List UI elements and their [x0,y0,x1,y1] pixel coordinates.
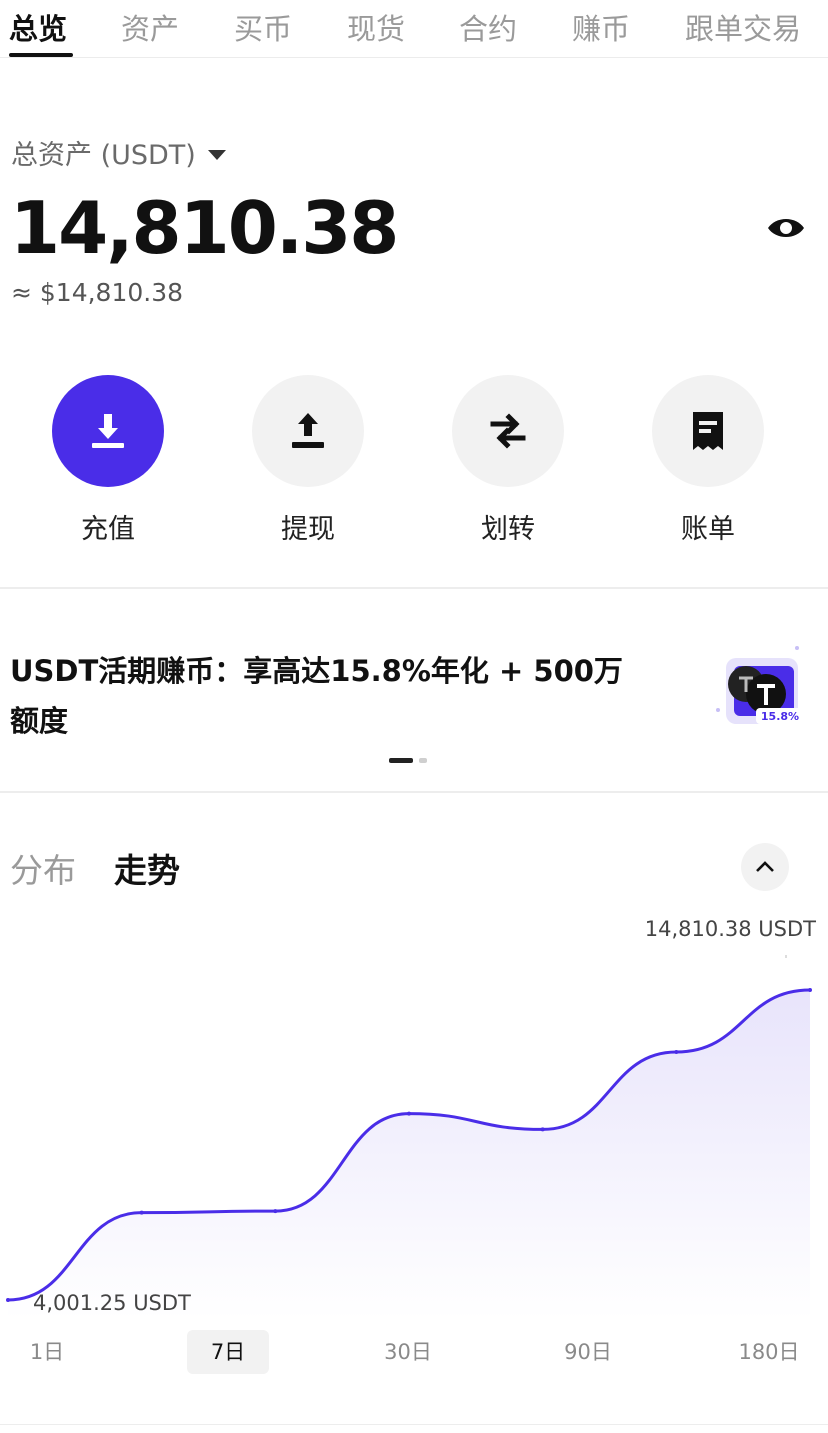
download-icon [92,414,124,448]
top-tab-bar: 总览 资产 买币 现货 合约 赚币 跟单交易 [0,0,828,58]
range-1d[interactable]: 1日 [10,1330,84,1374]
bill-icon [693,412,723,450]
tab-buy-crypto[interactable]: 买币 [234,6,292,48]
tab-trend[interactable]: 走势 [114,844,180,892]
chart-area [8,990,810,1320]
asset-trend-chart [6,955,812,1320]
promo-badge: 15.8% [761,710,799,723]
withdraw-label: 提现 [281,514,335,545]
range-180d[interactable]: 180日 [728,1330,810,1374]
chart-min-label: 4,001.25 USDT [33,1291,191,1315]
carousel-indicator [389,758,427,763]
chart-point-6 [674,1049,679,1054]
withdraw-icon-circle [252,375,364,487]
upload-icon [292,413,324,448]
tab-spot[interactable]: 现货 [347,6,405,48]
range-7d[interactable]: 7日 [187,1330,269,1374]
collapse-button[interactable] [741,843,789,891]
usd-equivalent: ≈ $14,810.38 [11,278,184,307]
range-90d[interactable]: 90日 [547,1330,629,1374]
carousel-dot-active[interactable] [389,758,413,763]
caret-down-icon [207,149,226,160]
chart-point-4 [407,1111,411,1116]
chart-point-3 [273,1209,278,1214]
carousel-dot[interactable] [419,758,427,763]
chart-max-label: 14,810.38 USDT [644,917,816,941]
total-balance: 14,810.38 [10,186,399,270]
deposit-label: 充值 [81,514,135,545]
tab-distribution[interactable]: 分布 [10,844,76,892]
active-tab-indicator [9,53,73,57]
transfer-icon-circle [452,375,564,487]
asset-label: 总资产 (USDT) [11,140,196,171]
bills-icon-circle [652,375,764,487]
withdraw-button[interactable]: 提现 [252,375,364,546]
chevron-up-icon [756,861,774,872]
bottom-divider [0,1424,828,1425]
tab-earn[interactable]: 赚币 [572,6,630,48]
tab-futures[interactable]: 合约 [459,6,517,48]
range-30d[interactable]: 30日 [367,1330,449,1374]
chart-point-5 [540,1127,545,1132]
section-divider [0,791,828,793]
usdt-earn-promo-image[interactable]: 15.8% [712,640,812,730]
tab-overview[interactable]: 总览 [9,6,67,48]
chart-point-1 [6,1298,10,1302]
chart-point-2 [139,1210,144,1215]
deposit-icon-circle [52,375,164,487]
tab-copy-trading[interactable]: 跟单交易 [685,6,801,48]
bills-label: 账单 [681,514,735,545]
currency-selector[interactable]: 总资产 (USDT) [11,133,226,172]
bills-button[interactable]: 账单 [652,375,764,546]
section-divider [0,587,828,589]
eye-icon[interactable] [766,210,806,246]
chart-point-7 [808,988,812,992]
deposit-button[interactable]: 充值 [52,375,164,546]
promo-banner-text[interactable]: USDT活期赚币：享高达15.8%年化 + 500万额度 [10,646,650,746]
tab-assets[interactable]: 资产 [121,6,179,48]
transfer-button[interactable]: 划转 [452,375,564,546]
transfer-icon [490,413,526,449]
transfer-label: 划转 [481,514,535,545]
